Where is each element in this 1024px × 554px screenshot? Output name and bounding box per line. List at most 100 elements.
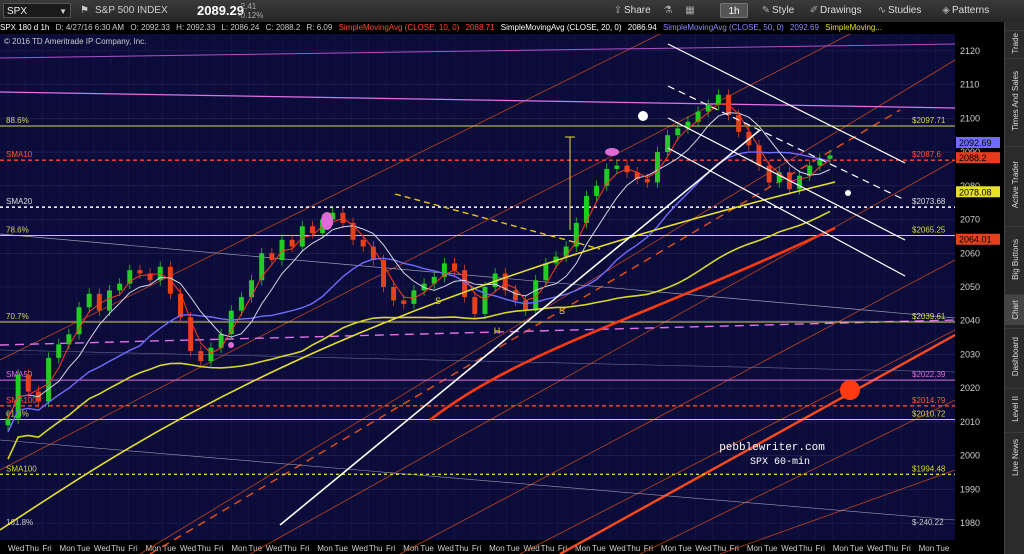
x-tick-label: Tue: [850, 544, 864, 553]
y-tick-label: 1990: [960, 484, 980, 494]
y-tick-label: 2020: [960, 383, 980, 393]
x-tick-label: Tue: [678, 544, 692, 553]
x-tick-label: Tue: [764, 544, 778, 553]
magenta-dot: [605, 148, 619, 156]
price-level-label: SMA100: [6, 464, 37, 473]
x-tick-label: Wed: [180, 544, 196, 553]
x-tick-label: Thu: [455, 544, 469, 553]
x-tick-label: Thu: [369, 544, 383, 553]
pattern-label-shoulder: S: [435, 296, 441, 306]
x-tick-label: Fri: [472, 544, 482, 553]
candle-body: [279, 239, 285, 261]
candle-body: [137, 270, 143, 274]
tab-dashboard[interactable]: Dashboard: [1005, 328, 1024, 385]
candle-body: [117, 283, 123, 291]
candle-body: [299, 226, 305, 247]
x-tick-label: Fri: [128, 544, 138, 553]
tab-trade[interactable]: Trade: [1005, 30, 1024, 55]
x-tick-label: Wed: [695, 544, 711, 553]
tab-live-news[interactable]: Live News: [1005, 432, 1024, 481]
candle-body: [56, 344, 62, 358]
x-tick-label: Thu: [197, 544, 211, 553]
candle-body: [512, 290, 518, 301]
y-tick-label: 2010: [960, 417, 980, 427]
tab-big-buttons[interactable]: Big Buttons: [1005, 226, 1024, 291]
candle-body: [472, 297, 478, 314]
tab-level-ii[interactable]: Level II: [1005, 388, 1024, 429]
tab-times-and-sales[interactable]: Times And Sales: [1005, 58, 1024, 143]
x-tick-label: Tue: [592, 544, 606, 553]
candle-body: [289, 239, 295, 247]
x-tick-label: Wed: [352, 544, 368, 553]
y-tick-label: 2070: [960, 215, 980, 225]
magenta-dot: [321, 212, 333, 230]
price-level-label: 88.6%: [6, 116, 29, 125]
x-tick-label: Thu: [884, 544, 898, 553]
x-tick-label: Wed: [781, 544, 797, 553]
y-tick-label: 2030: [960, 349, 980, 359]
candle-body: [86, 293, 92, 308]
x-tick-label: Thu: [798, 544, 812, 553]
y-tick-label: 2120: [960, 46, 980, 56]
candle-body: [482, 287, 488, 314]
y-tick-label: 2060: [960, 248, 980, 258]
y-tick-label: 2050: [960, 282, 980, 292]
candle-body: [391, 287, 397, 301]
candle-body: [594, 185, 600, 196]
price-level-value: $-240.22: [912, 518, 944, 527]
candle-body: [208, 347, 214, 362]
x-tick-label: Tue: [936, 544, 950, 553]
price-level-label: SMA100: [6, 396, 37, 405]
candle-body: [614, 165, 620, 169]
x-tick-label: Tue: [506, 544, 520, 553]
candle-body: [5, 418, 11, 426]
price-badge-label: 2088.2: [959, 153, 987, 163]
x-tick-label: Wed: [867, 544, 883, 553]
tab-label: Active Trader: [1010, 161, 1020, 209]
price-badge-label: 2092.69: [959, 138, 992, 148]
candle-body: [644, 179, 650, 183]
tab-label: Level II: [1010, 396, 1020, 422]
x-tick-label: Mon: [747, 544, 763, 553]
x-tick-label: Wed: [94, 544, 110, 553]
red-dot: [840, 380, 860, 400]
candle-body: [766, 165, 772, 183]
x-tick-label: Thu: [541, 544, 555, 553]
x-tick-label: Fri: [42, 544, 52, 553]
price-badge-label: 2064.01: [959, 235, 992, 245]
price-level-value: $1994.48: [912, 464, 946, 473]
price-level-value: $2065.25: [912, 226, 946, 235]
candle-body: [76, 307, 82, 335]
watermark-text: pebblewriter.com: [719, 442, 825, 454]
x-tick-label: Mon: [919, 544, 935, 553]
candle-body: [198, 351, 204, 362]
price-level-label: SMA20: [6, 197, 33, 206]
y-tick-label: 2000: [960, 451, 980, 461]
candle-body: [543, 263, 549, 281]
price-level-value: $2010.72: [912, 410, 946, 419]
tab-label: Chart: [1010, 300, 1020, 320]
candle-body: [269, 253, 275, 261]
y-tick-label: 1980: [960, 518, 980, 528]
price-level-value: $2097.71: [912, 116, 946, 125]
y-tick-label: 2040: [960, 316, 980, 326]
tab-chart[interactable]: Chart: [1005, 294, 1024, 325]
x-tick-label: Tue: [77, 544, 91, 553]
price-level-value: $2022.39: [912, 370, 946, 379]
candle-body: [238, 297, 244, 311]
candle-body: [665, 135, 671, 153]
candle-body: [96, 293, 102, 311]
x-tick-label: Mon: [833, 544, 849, 553]
candle-body: [106, 290, 112, 311]
price-chart[interactable]: 1980 1990 2000 2010 2020 2030 2040 2050 2060 2070…: [0, 0, 1004, 554]
candle-body: [827, 155, 833, 159]
pattern-label-shoulder: S: [559, 306, 565, 316]
price-level-label: 78.6%: [6, 226, 29, 235]
x-tick-label: Wed: [438, 544, 454, 553]
x-tick-label: Mon: [317, 544, 333, 553]
tab-active-trader[interactable]: Active Trader: [1005, 146, 1024, 223]
x-tick-label: Mon: [60, 544, 76, 553]
candle-body: [675, 128, 681, 136]
tab-label: Trade: [1010, 32, 1020, 54]
watermark-subtext: SPX 60-min: [750, 456, 810, 468]
